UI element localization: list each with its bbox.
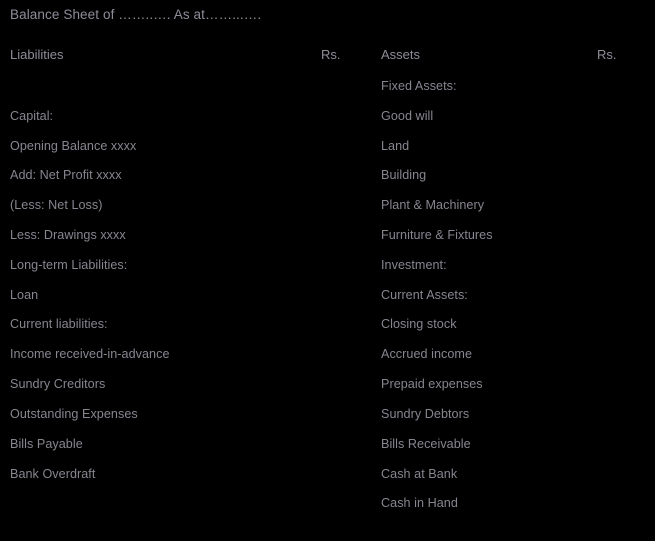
asset-line-item: Land xyxy=(381,139,410,153)
column-header-amount-liabilities: Rs. xyxy=(321,47,341,62)
liability-line-item: Sundry Creditors xyxy=(10,377,106,391)
liability-line-item: (Less: Net Loss) xyxy=(10,198,103,212)
column-header-assets: Assets xyxy=(381,47,421,62)
liability-line-item: Bills Payable xyxy=(10,437,83,451)
asset-line-item: Bills Receivable xyxy=(381,437,471,451)
liability-line-item: Less: Drawings xxxx xyxy=(10,228,126,242)
page-title: Balance Sheet of ……..…. As at……...…. xyxy=(10,7,262,22)
liability-line-item: Current liabilities: xyxy=(10,317,108,331)
liability-line-item: Opening Balance xxxx xyxy=(10,139,137,153)
liability-line-item: Income received-in-advance xyxy=(10,347,170,361)
column-header-amount-assets: Rs. xyxy=(597,47,617,62)
asset-line-item: Accrued income xyxy=(381,347,472,361)
asset-line-item: Investment: xyxy=(381,258,447,272)
liability-line-item: Loan xyxy=(10,288,39,302)
asset-line-item: Furniture & Fixtures xyxy=(381,228,493,242)
asset-line-item: Building xyxy=(381,168,427,182)
liability-line-item: Long-term Liabilities: xyxy=(10,258,128,272)
balance-sheet-page: Balance Sheet of ……..…. As at……...…. Lia… xyxy=(0,0,655,541)
column-header-liabilities: Liabilities xyxy=(10,47,64,62)
liability-line-item: Add: Net Profit xxxx xyxy=(10,168,122,182)
asset-line-item: Fixed Assets: xyxy=(381,79,457,93)
asset-line-item: Cash in Hand xyxy=(381,496,458,510)
asset-line-item: Closing stock xyxy=(381,317,457,331)
liability-line-item: Capital: xyxy=(10,109,54,123)
asset-line-item: Prepaid expenses xyxy=(381,377,483,391)
asset-line-item: Cash at Bank xyxy=(381,467,458,481)
asset-line-item: Current Assets: xyxy=(381,288,468,302)
liability-line-item: Bank Overdraft xyxy=(10,467,96,481)
asset-line-item: Plant & Machinery xyxy=(381,198,485,212)
asset-line-item: Good will xyxy=(381,109,434,123)
asset-line-item: Sundry Debtors xyxy=(381,407,470,421)
liability-line-item: Outstanding Expenses xyxy=(10,407,138,421)
